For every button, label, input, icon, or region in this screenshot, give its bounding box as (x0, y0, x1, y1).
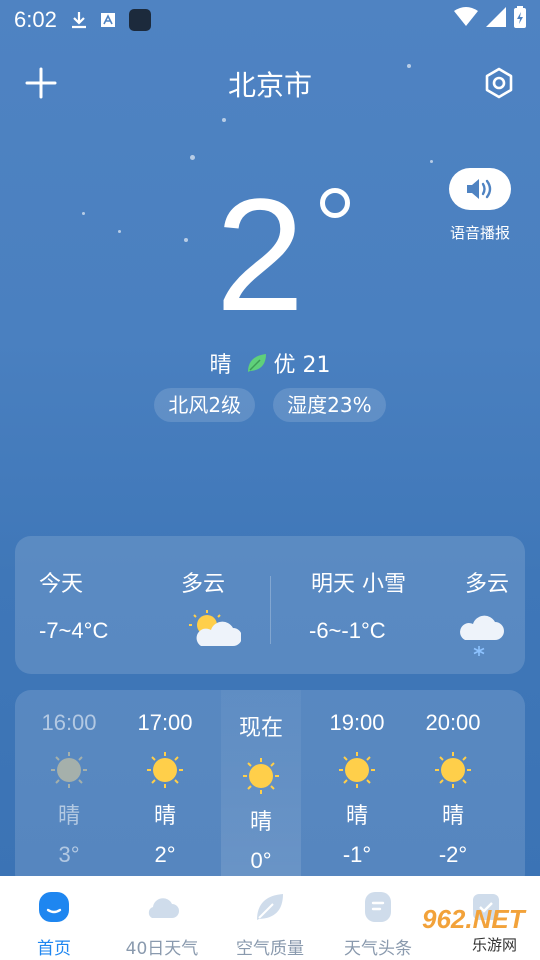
today-condition: 多云 (181, 572, 226, 597)
current-temperature: 2 (0, 170, 540, 340)
wind-pill: 北风2级 (154, 388, 256, 422)
tab-air-quality-label: 空气质量 (236, 939, 304, 959)
hour-item-now[interactable]: 现在 晴 0° (221, 690, 301, 890)
hour-condition: 晴 (345, 804, 368, 829)
hour-time: 20:00 (425, 710, 481, 735)
snow-speck (430, 160, 433, 163)
watermark-logo: 962.NET 乐游网 (404, 904, 534, 956)
daily-forecast-card[interactable]: 今天 多云 -7~4°C 明天 小雪 多云 -6~-1°C (15, 536, 525, 674)
news-icon (365, 892, 391, 922)
degree-symbol (320, 188, 350, 218)
tomorrow-label: 明天 小雪 (311, 572, 406, 597)
current-condition: 晴 (209, 353, 232, 378)
hour-item[interactable]: 17:00 晴 2° (125, 690, 205, 890)
hour-time: 现在 (238, 715, 283, 740)
hour-time: 17:00 (137, 710, 193, 735)
city-name[interactable]: 北京市 (0, 64, 540, 104)
hour-condition: 晴 (441, 804, 464, 829)
hour-temp: 2° (154, 842, 176, 867)
hour-item[interactable]: 20:00 晴 -2° (413, 690, 493, 890)
leaf-icon (257, 894, 283, 920)
status-time: 6:02 (14, 7, 57, 32)
download-icon (71, 11, 87, 29)
settings-button[interactable] (482, 66, 516, 100)
cloud-icon (148, 898, 179, 918)
app-square-icon (128, 9, 151, 31)
snow-cloud-icon (457, 610, 505, 662)
tab-air-quality[interactable]: 空气质量 (216, 876, 324, 960)
humidity-pill: 湿度23% (273, 388, 386, 422)
snow-speck (222, 118, 226, 122)
current-condition-row: 晴 优 21 (0, 347, 540, 379)
hour-temp: -2° (438, 842, 468, 867)
hour-condition: 晴 (57, 804, 80, 829)
home-icon (39, 892, 69, 922)
today-label: 今天 (39, 572, 84, 597)
sun-icon (433, 750, 473, 790)
tab-home-label: 首页 (37, 939, 71, 959)
wifi-icon (454, 7, 478, 33)
tomorrow-forecast[interactable]: 明天 小雪 多云 -6~-1°C (271, 536, 525, 674)
partly-cloudy-icon (189, 610, 242, 654)
leaf-icon (247, 354, 266, 372)
today-range: -7~4°C (39, 618, 109, 643)
sun-icon (337, 750, 377, 790)
tomorrow-range: -6~-1°C (309, 618, 386, 643)
aqi-badge[interactable]: 优 21 (246, 347, 331, 379)
gear-icon (485, 67, 513, 99)
sun-icon (145, 750, 185, 790)
hour-item[interactable]: 19:00 晴 -1° (317, 690, 397, 890)
status-right (454, 6, 526, 34)
hour-temp: 3° (58, 842, 80, 867)
tab-home[interactable]: 首页 (0, 876, 108, 960)
app-notification-icon (100, 13, 115, 27)
today-forecast[interactable]: 今天 多云 -7~4°C (15, 536, 270, 674)
hour-temp: -1° (342, 842, 372, 867)
snow-speck (190, 155, 195, 160)
hour-time: 16:00 (41, 710, 97, 735)
tomorrow-condition: 多云 (465, 572, 510, 597)
hourly-forecast-card[interactable]: 16:00 晴 3° 17:00 晴 2° 现在 晴 0° 19:00 晴 -1… (15, 690, 525, 890)
hour-condition: 晴 (249, 810, 272, 835)
hour-time: 19:00 (329, 710, 385, 735)
tab-40day[interactable]: 40日天气 (108, 876, 216, 960)
hour-temp: 0° (250, 848, 272, 873)
hour-item[interactable]: 16:00 晴 3° (29, 690, 109, 890)
header: 北京市 (0, 58, 540, 108)
watermark-brand: 962.NET (422, 904, 525, 934)
tab-40day-label: 40日天气 (125, 939, 199, 959)
current-temp-value: 2 (215, 165, 305, 344)
aqi-value: 优 21 (273, 353, 331, 378)
snow-speck (407, 64, 411, 68)
current-details: 北风2级 湿度23% (0, 388, 540, 422)
signal-icon (486, 7, 506, 33)
hour-condition: 晴 (153, 804, 176, 829)
tab-news-label: 天气头条 (344, 939, 412, 959)
battery-icon (514, 6, 526, 34)
sun-icon (241, 756, 281, 796)
watermark-sub: 乐游网 (470, 934, 520, 955)
sun-icon (49, 750, 89, 790)
status-bar: 6:02 (0, 0, 540, 40)
